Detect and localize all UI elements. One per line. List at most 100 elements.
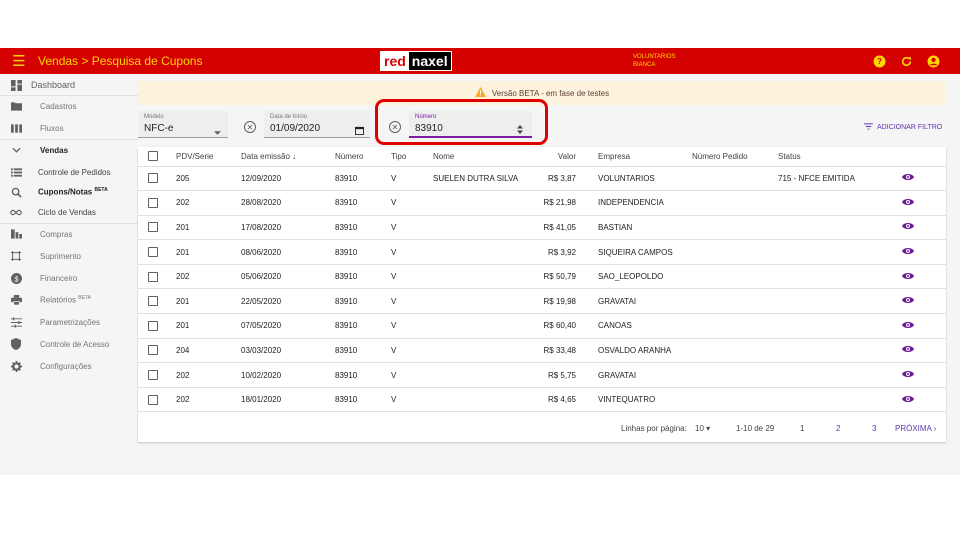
table-cell: 83910	[335, 338, 391, 364]
sidebar-item-suprimento[interactable]: Suprimento	[0, 246, 138, 266]
col-header[interactable]: Nome	[433, 147, 528, 167]
sidebar-item-cadastros[interactable]: Cadastros	[0, 96, 138, 116]
sidebar-item-label: Controle de Pedidos	[38, 167, 111, 177]
col-header[interactable]: Número	[335, 147, 391, 167]
sidebar-item-financeiro[interactable]: $ Financeiro	[0, 268, 138, 288]
table-cell	[433, 239, 528, 265]
view-eye-icon[interactable]	[902, 198, 914, 208]
results-table: PDV/Serie Data emissão ↓ Número Tipo Nom…	[138, 147, 946, 413]
table-cell: SUELEN DUTRA SILVA	[433, 166, 528, 192]
sidebar-item-compras[interactable]: Compras	[0, 224, 138, 244]
table-cell: 18/01/2020	[241, 387, 335, 413]
sidebar-item-cupons-notas[interactable]: Cupons/Notas BETA	[0, 182, 138, 202]
table-row[interactable]: 202 05/06/2020 83910 V R$ 50,79 SAO_LEOPOLDO	[138, 264, 946, 290]
row-checkbox[interactable]	[148, 222, 158, 233]
col-header[interactable]: Valor	[528, 147, 576, 167]
col-header[interactable]: PDV/Serie	[176, 147, 241, 167]
sidebar-item-label: Relatórios BETA	[40, 295, 91, 305]
sidebar-item-relatorios[interactable]: Relatórios BETA	[0, 290, 138, 310]
table-header-row: PDV/Serie Data emissão ↓ Número Tipo Nom…	[138, 147, 946, 167]
table-cell: 201	[176, 215, 241, 241]
sidebar-item-fluxos[interactable]: Fluxos	[0, 118, 138, 138]
table-cell: 83910	[335, 166, 391, 192]
view-eye-icon[interactable]	[902, 173, 914, 183]
table-cell	[684, 190, 770, 216]
rows-per-page-select[interactable]: 10 ▾	[695, 424, 710, 433]
view-eye-icon[interactable]	[902, 247, 914, 257]
table-cell	[433, 190, 528, 216]
table-row[interactable]: 204 03/03/2020 83910 V R$ 33,48 OSVALDO ARANH…	[138, 338, 946, 364]
next-page-button[interactable]: PRÓXIMA ›	[895, 424, 936, 433]
table-cell	[684, 239, 770, 265]
page-1-button[interactable]: 1	[800, 424, 804, 433]
table-row[interactable]: 205 12/09/2020 83910 V SUELEN DUTRA SILVA R$ …	[138, 166, 946, 192]
table-row[interactable]: 201 22/05/2020 83910 V R$ 19,98 GRAVATAI	[138, 288, 946, 315]
sidebar-item-configuracoes[interactable]: Configurações	[0, 356, 138, 376]
row-checkbox[interactable]	[148, 197, 158, 208]
sidebar-item-vendas[interactable]: Vendas	[0, 140, 138, 160]
table-row[interactable]: 202 18/01/2020 83910 V R$ 4,65 VINTEQUATRO	[138, 387, 946, 413]
data-inicio-field[interactable]: Data de Início 01/09/2020	[264, 111, 370, 138]
row-checkbox[interactable]	[148, 247, 158, 258]
modelo-select[interactable]: Modelo NFC-e	[138, 111, 228, 138]
help-icon[interactable]: ?	[872, 54, 886, 68]
table-row[interactable]: 201 17/08/2020 83910 V R$ 41,05 BASTIAN	[138, 215, 946, 241]
table-cell: V	[391, 288, 433, 315]
table-cell: VOLUNTARIOS	[576, 166, 684, 192]
account-icon[interactable]	[926, 54, 940, 68]
row-checkbox[interactable]	[148, 271, 158, 282]
row-checkbox[interactable]	[148, 173, 158, 184]
row-checkbox[interactable]	[148, 296, 158, 307]
col-header[interactable]: Número Pedido	[684, 147, 770, 167]
sidebar-item-parametrizacoes[interactable]: Parametrizações	[0, 312, 138, 332]
table-row[interactable]: 202 10/02/2020 83910 V R$ 5,75 GRAVATAI	[138, 362, 946, 388]
view-eye-icon[interactable]	[902, 395, 914, 405]
table-cell: 204	[176, 338, 241, 364]
view-eye-icon[interactable]	[902, 272, 914, 282]
table-cell: R$ 60,40	[528, 313, 576, 339]
view-eye-icon[interactable]	[902, 345, 914, 355]
add-filter-button[interactable]: ADICIONAR FILTRO	[864, 123, 942, 132]
table-cell: OSVALDO ARANHA	[576, 338, 684, 364]
table-cell: 12/09/2020	[241, 166, 335, 192]
table-row[interactable]: 201 08/06/2020 83910 V R$ 3,92 SIQUEIRA CAMPO…	[138, 239, 946, 265]
select-all-checkbox[interactable]	[148, 151, 158, 162]
clear-modelo-icon[interactable]: ✕	[244, 121, 256, 133]
table-cell: 201	[176, 313, 241, 339]
table-cell: SAO_LEOPOLDO	[576, 264, 684, 290]
sidebar-item-dashboard[interactable]: Dashboard	[0, 75, 138, 95]
hamburger-menu-icon[interactable]: ☰	[0, 48, 38, 74]
refresh-icon[interactable]	[899, 54, 913, 68]
compras-icon	[10, 228, 22, 240]
col-header[interactable]: Empresa	[576, 147, 684, 167]
row-checkbox[interactable]	[148, 394, 158, 405]
crop-icon	[10, 250, 22, 262]
table-cell: V	[391, 362, 433, 388]
table-cell	[684, 387, 770, 413]
view-eye-icon[interactable]	[902, 296, 914, 306]
table-cell: V	[391, 166, 433, 192]
calendar-icon[interactable]	[355, 122, 364, 140]
view-eye-icon[interactable]	[902, 321, 914, 331]
sidebar-item-label: Ciclo de Vendas	[38, 207, 96, 217]
sidebar-item-controle-acesso[interactable]: Controle de Acesso	[0, 334, 138, 354]
modelo-label: Modelo	[144, 114, 164, 120]
view-eye-icon[interactable]	[902, 370, 914, 380]
col-header[interactable]: Status	[770, 147, 870, 167]
table-cell: 202	[176, 190, 241, 216]
sidebar-item-label: Vendas	[40, 145, 69, 155]
page-2-button[interactable]: 2	[836, 424, 840, 433]
table-cell: 05/06/2020	[241, 264, 335, 290]
table-row[interactable]: 202 28/08/2020 83910 V R$ 21,98 INDEPENDENCIA	[138, 190, 946, 216]
row-checkbox[interactable]	[148, 370, 158, 381]
col-header[interactable]: Tipo	[391, 147, 433, 167]
row-checkbox[interactable]	[148, 320, 158, 331]
sidebar-item-ciclo-vendas[interactable]: Ciclo de Vendas	[0, 202, 138, 222]
row-checkbox[interactable]	[148, 345, 158, 356]
page-3-button[interactable]: 3	[872, 424, 876, 433]
sidebar-item-controle-pedidos[interactable]: Controle de Pedidos	[0, 162, 138, 182]
table-cell: V	[391, 387, 433, 413]
view-eye-icon[interactable]	[902, 222, 914, 232]
col-header-sorted[interactable]: Data emissão ↓	[241, 147, 335, 167]
table-row[interactable]: 201 07/05/2020 83910 V R$ 60,40 CANOAS	[138, 313, 946, 339]
